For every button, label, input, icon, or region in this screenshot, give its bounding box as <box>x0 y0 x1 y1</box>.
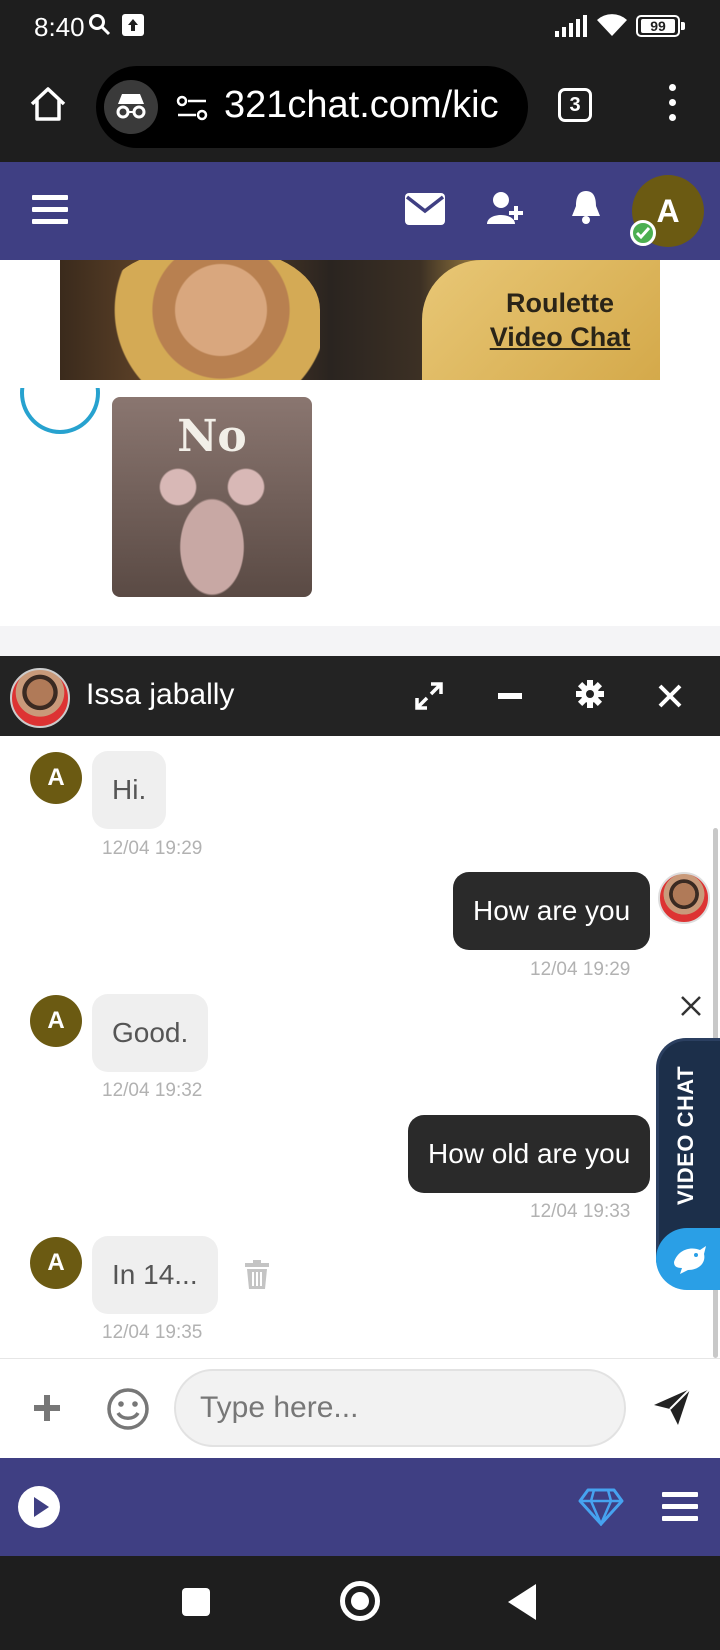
my-avatar[interactable] <box>658 872 710 924</box>
wifi-icon <box>597 14 627 37</box>
banner-text: Roulette Video Chat <box>470 286 650 354</box>
site-footer-bar <box>0 1458 720 1556</box>
back-button[interactable] <box>508 1584 536 1620</box>
message-bubble-outgoing[interactable]: How old are you <box>408 1115 651 1193</box>
message-input[interactable] <box>174 1369 626 1447</box>
sender-avatar[interactable]: A <box>30 995 82 1047</box>
main-menu-icon[interactable] <box>32 195 68 225</box>
online-status-icon <box>630 220 656 246</box>
bell-icon[interactable] <box>570 188 602 226</box>
sender-avatar[interactable]: A <box>30 1237 82 1289</box>
roulette-video-chat-banner[interactable]: Roulette Video Chat <box>60 260 660 380</box>
upload-icon <box>122 14 144 36</box>
chat-peer-avatar[interactable] <box>10 668 70 728</box>
incognito-icon <box>104 80 158 134</box>
message-bubble-incoming[interactable]: In 14... <box>92 1236 218 1314</box>
close-icon[interactable] <box>656 682 684 710</box>
banner-title: Roulette <box>506 288 614 318</box>
plus-icon[interactable] <box>32 1393 62 1423</box>
mail-icon[interactable] <box>404 192 446 226</box>
emoji-icon[interactable] <box>106 1387 150 1431</box>
message-timestamp: 12/04 19:29 <box>530 959 631 980</box>
footer-menu-icon[interactable] <box>662 1492 698 1522</box>
banner-photo <box>100 260 320 380</box>
home-button[interactable] <box>340 1581 380 1621</box>
sender-avatar[interactable]: A <box>30 752 82 804</box>
add-friend-icon[interactable] <box>486 190 526 226</box>
message-timestamp: 12/04 19:29 <box>102 838 203 859</box>
gear-icon[interactable] <box>576 680 604 708</box>
recents-button[interactable] <box>182 1588 210 1616</box>
browser-toolbar: 321chat.com/kic 3 <box>0 56 720 162</box>
system-navigation-bar <box>0 1556 720 1650</box>
address-bar[interactable]: 321chat.com/kic <box>96 66 528 148</box>
status-bar: 8:40 99 <box>0 0 720 56</box>
message-timestamp: 12/04 19:35 <box>102 1322 203 1343</box>
site-header: A <box>0 162 720 260</box>
minimize-icon[interactable] <box>498 693 522 699</box>
diamond-icon[interactable] <box>578 1488 624 1526</box>
video-chat-close-icon[interactable] <box>680 995 702 1017</box>
delete-message-icon[interactable] <box>244 1260 270 1290</box>
banner-subtitle: Video Chat <box>489 322 631 352</box>
feed-divider <box>0 626 720 656</box>
message-timestamp: 12/04 19:33 <box>530 1201 631 1222</box>
home-icon[interactable] <box>28 84 68 124</box>
feed-post-image[interactable]: No <box>112 397 312 597</box>
send-icon[interactable] <box>652 1387 692 1427</box>
url-text: 321chat.com/kic <box>224 84 499 126</box>
message-bubble-outgoing[interactable]: How are you <box>453 872 651 950</box>
tab-switcher-button[interactable]: 3 <box>558 88 592 122</box>
message-composer <box>0 1358 720 1458</box>
bird-icon[interactable] <box>656 1228 720 1290</box>
feed-image-caption: No <box>177 411 247 462</box>
battery-level: 99 <box>650 18 666 34</box>
expand-icon[interactable] <box>415 682 443 710</box>
browser-menu-icon[interactable] <box>664 84 680 128</box>
message-bubble-incoming[interactable]: Good. <box>92 994 209 1072</box>
message-timestamp: 12/04 19:32 <box>102 1080 203 1101</box>
play-icon[interactable] <box>18 1486 60 1528</box>
status-time: 8:40 <box>34 12 85 42</box>
chat-window-header: Issa jabally <box>0 656 720 736</box>
chat-peer-name[interactable]: Issa jabally <box>86 678 234 712</box>
signal-icon <box>555 15 587 37</box>
video-chat-label: VIDEO CHAT <box>673 1065 698 1205</box>
site-settings-icon[interactable] <box>176 94 208 122</box>
search-icon <box>89 14 111 36</box>
message-bubble-incoming[interactable]: Hi. <box>92 751 167 829</box>
battery-indicator: 99 <box>636 15 685 37</box>
